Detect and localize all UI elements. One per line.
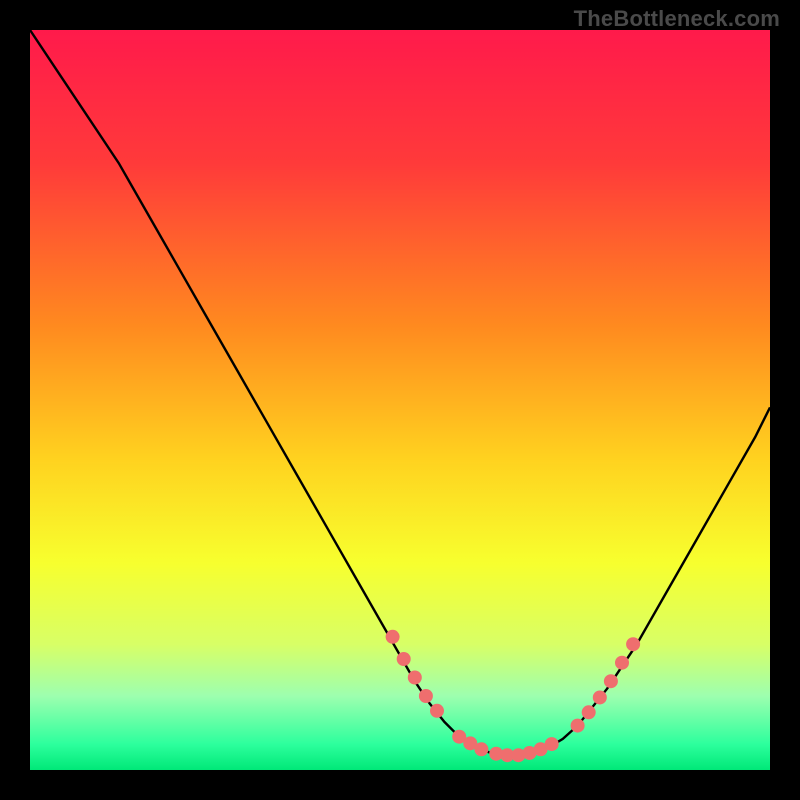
curve-marker bbox=[397, 652, 411, 666]
curve-marker bbox=[430, 704, 444, 718]
curve-marker bbox=[545, 737, 559, 751]
curve-marker bbox=[582, 705, 596, 719]
curve-marker bbox=[593, 690, 607, 704]
bottleneck-curve-chart bbox=[30, 30, 770, 770]
watermark-text: TheBottleneck.com bbox=[574, 6, 780, 32]
curve-marker bbox=[474, 742, 488, 756]
chart-frame: TheBottleneck.com bbox=[0, 0, 800, 800]
curve-marker bbox=[571, 719, 585, 733]
curve-marker bbox=[626, 637, 640, 651]
curve-marker bbox=[386, 630, 400, 644]
curve-marker bbox=[604, 674, 618, 688]
curve-marker bbox=[615, 656, 629, 670]
curve-marker bbox=[419, 689, 433, 703]
plot-area bbox=[30, 30, 770, 770]
curve-marker bbox=[408, 671, 422, 685]
